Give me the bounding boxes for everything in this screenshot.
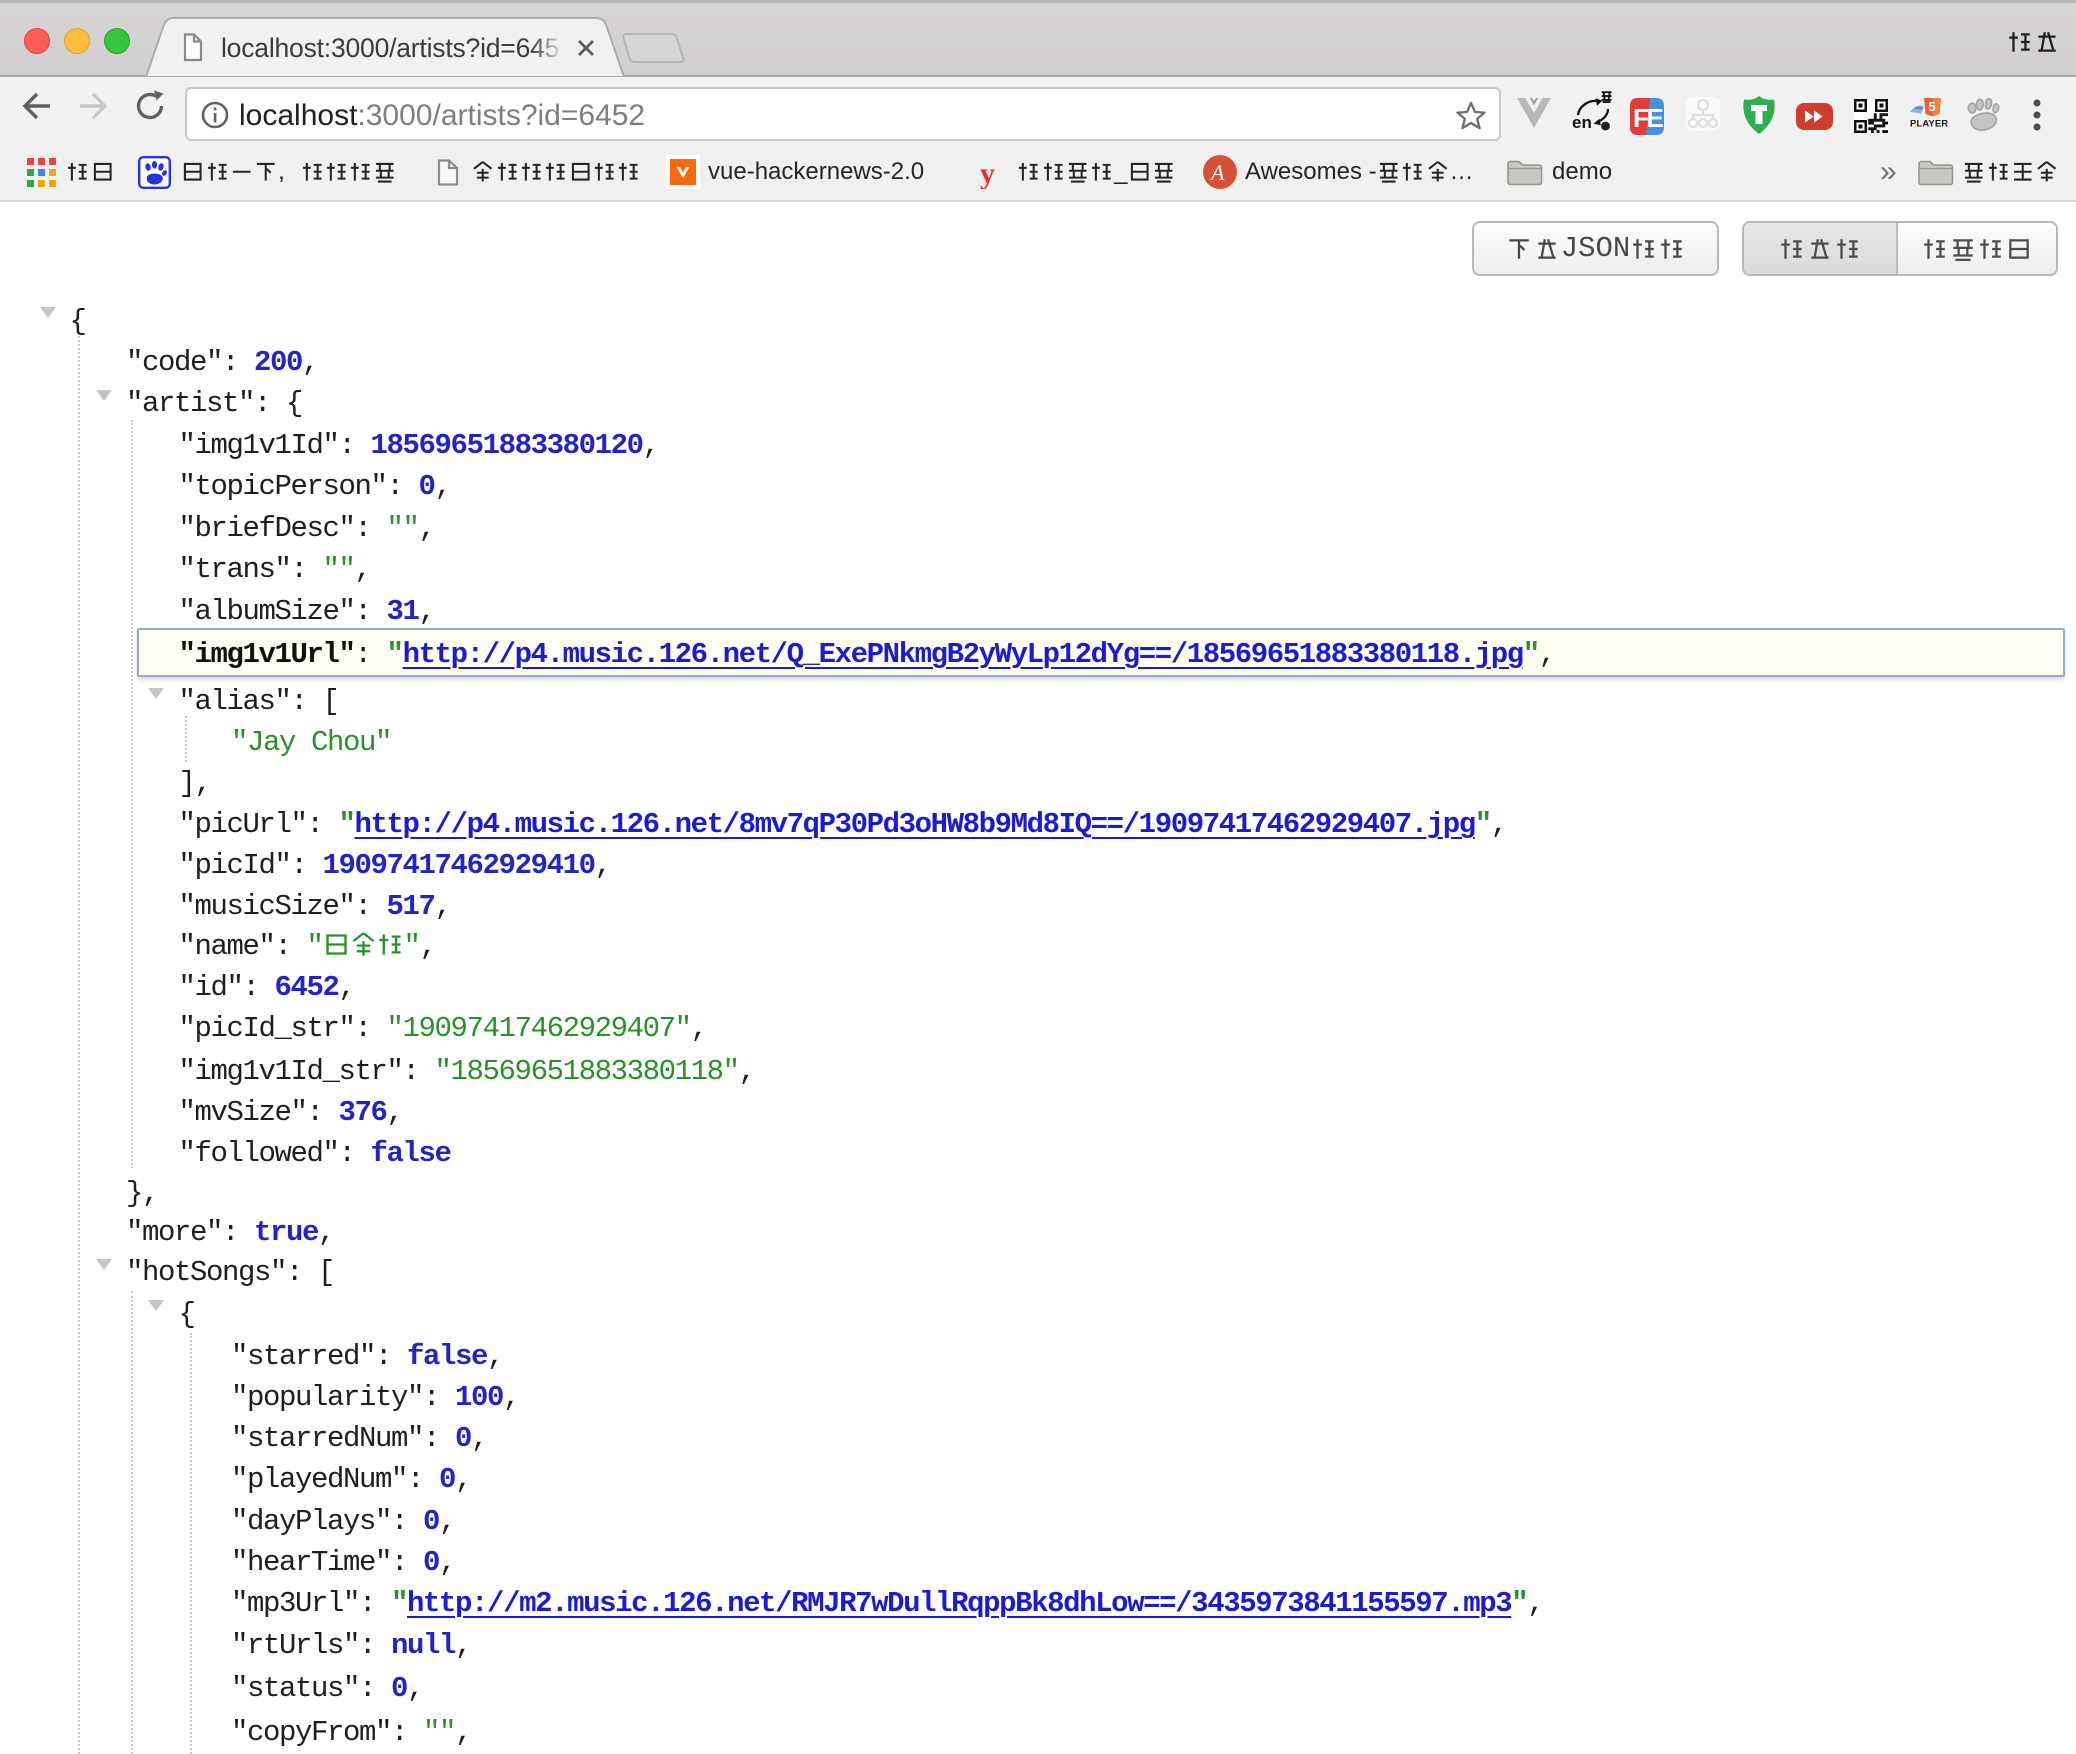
svg-text:PLAYER: PLAYER (1910, 119, 1948, 129)
svg-text:E: E (1647, 103, 1664, 133)
svg-text:A: A (1209, 160, 1225, 185)
svg-text:y: y (980, 157, 995, 189)
svg-text:en: en (1572, 113, 1592, 132)
svg-text:5: 5 (1929, 99, 1936, 114)
